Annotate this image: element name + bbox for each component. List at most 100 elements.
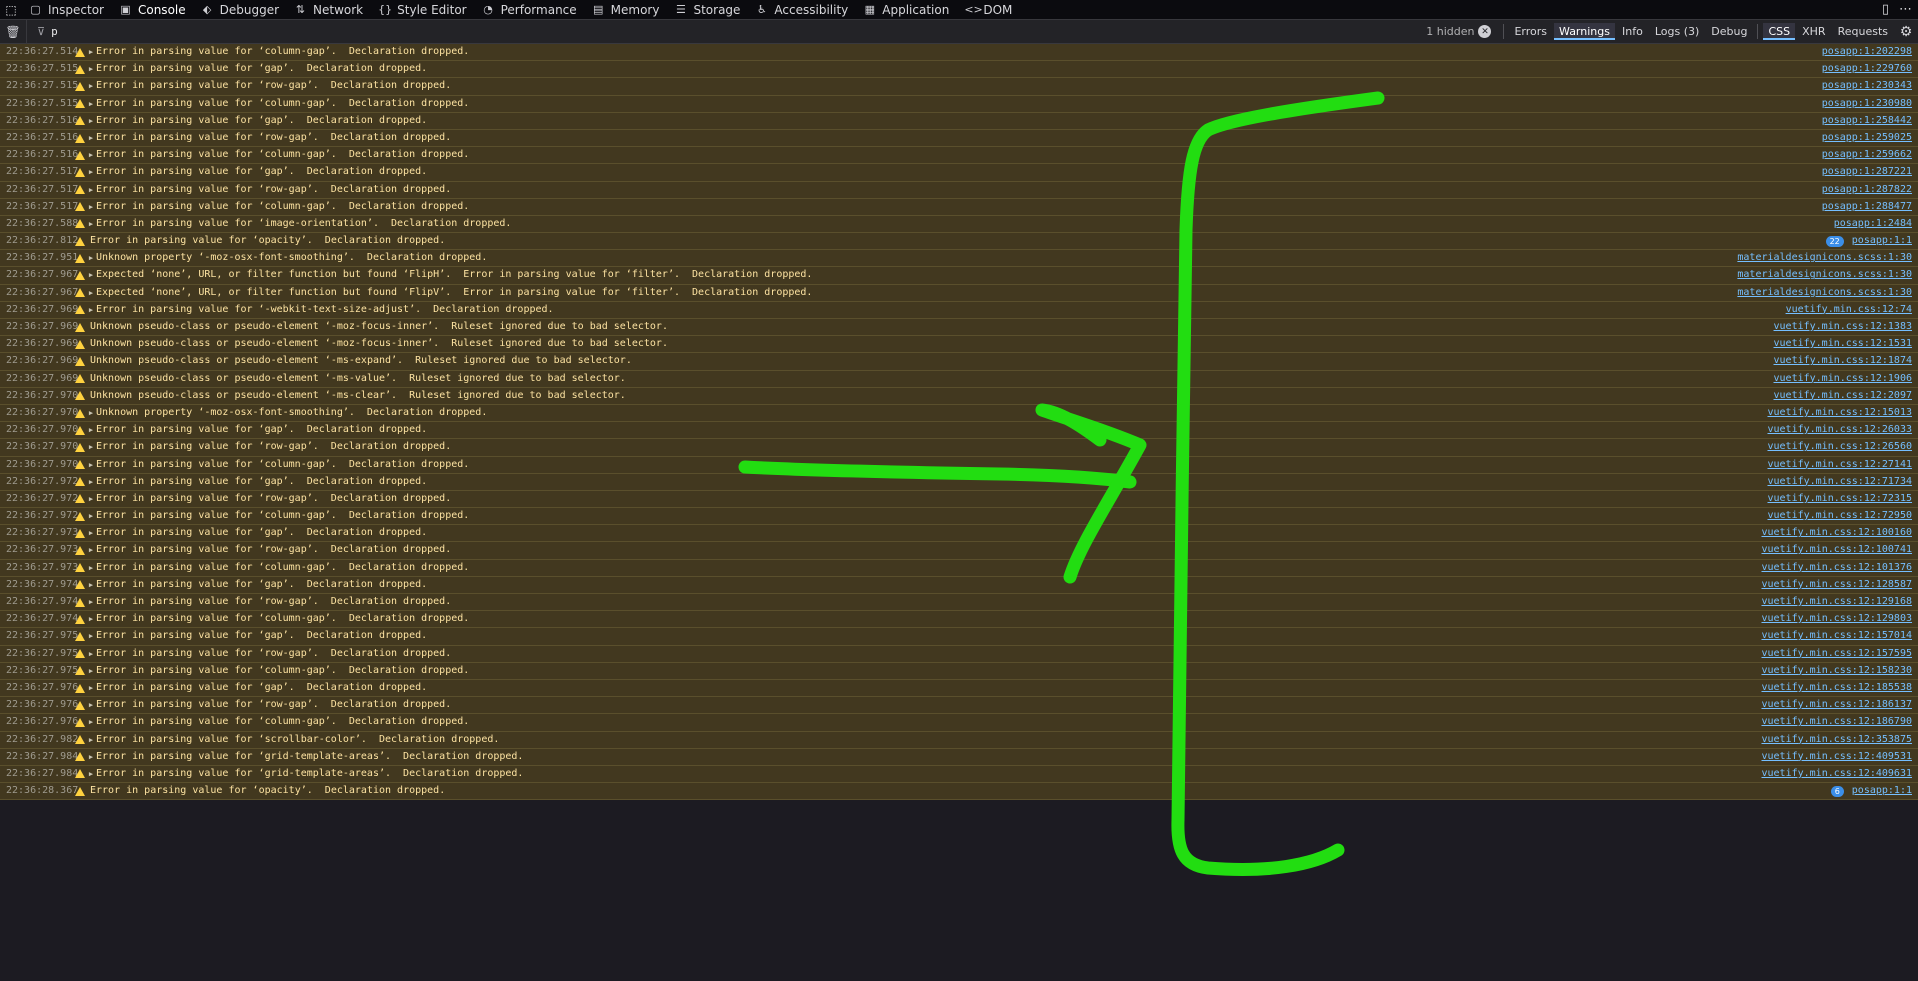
console-message-row[interactable]: 22:36:27.972 ▶ Error in parsing value for … xyxy=(0,473,1918,491)
expand-arrow-icon[interactable]: ▶ xyxy=(86,628,96,644)
message-source-link[interactable]: vuetify.min.css:12:1874 xyxy=(1774,353,1918,369)
console-message-row[interactable]: 22:36:27.976 ▶ Error in parsing value for … xyxy=(0,714,1918,732)
message-source-link[interactable]: vuetify.min.css:12:15013 xyxy=(1768,405,1918,421)
expand-arrow-icon[interactable]: ▶ xyxy=(86,525,96,541)
console-message-row[interactable]: 22:36:27.516 ▶ Error in parsing value for … xyxy=(0,147,1918,165)
message-source-link[interactable]: posapp:1:230343 xyxy=(1822,78,1918,94)
tab-style-editor[interactable]: {} Style Editor xyxy=(371,0,474,19)
console-message-row[interactable]: 22:36:28.367 Error in parsing value for ‘… xyxy=(0,783,1918,801)
filter-warnings-button[interactable]: Warnings xyxy=(1554,23,1615,40)
message-source-link[interactable]: vuetify.min.css:12:26560 xyxy=(1768,439,1918,455)
element-picker-icon[interactable]: ⬚ xyxy=(0,0,22,19)
expand-arrow-icon[interactable]: ▶ xyxy=(86,285,96,301)
console-message-row[interactable]: 22:36:27.967 ▶ Expected ‘none’, URL, or fi… xyxy=(0,284,1918,302)
expand-arrow-icon[interactable]: ▶ xyxy=(86,182,96,198)
tab-debugger[interactable]: ⬖ Debugger xyxy=(194,0,287,19)
console-message-row[interactable]: 22:36:27.974 ▶ Error in parsing value for … xyxy=(0,576,1918,594)
dock-icon[interactable]: ▯ xyxy=(1882,2,1889,17)
console-message-row[interactable]: 22:36:27.970 ▶ Unknown property ‘-moz-osx-… xyxy=(0,404,1918,423)
message-source-link[interactable]: posapp:1:229760 xyxy=(1822,61,1918,77)
console-message-row[interactable]: 22:36:27.970 Unknown pseudo-class or pseu… xyxy=(0,387,1918,405)
console-message-row[interactable]: 22:36:27.969 Unknown pseudo-class or pseu… xyxy=(0,336,1918,354)
console-message-row[interactable]: 22:36:27.515 ▶ Error in parsing value for … xyxy=(0,95,1918,113)
message-source-link[interactable]: vuetify.min.css:12:129803 xyxy=(1761,611,1918,627)
expand-arrow-icon[interactable]: ▶ xyxy=(86,267,96,283)
expand-arrow-icon[interactable]: ▶ xyxy=(86,439,96,455)
tab-network[interactable]: ⇅ Network xyxy=(287,0,371,19)
filter-input[interactable]: ⊽ p xyxy=(27,25,1426,38)
expand-arrow-icon[interactable]: ▶ xyxy=(86,714,96,730)
message-source-link[interactable]: materialdesignicons.scss:1:30 xyxy=(1737,267,1918,283)
console-message-row[interactable]: 22:36:27.812 Error in parsing value for ‘… xyxy=(0,233,1918,251)
console-message-row[interactable]: 22:36:27.515 ▶ Error in parsing value for … xyxy=(0,78,1918,96)
console-message-row[interactable]: 22:36:27.982 ▶ Error in parsing value for … xyxy=(0,731,1918,749)
expand-arrow-icon[interactable]: ▶ xyxy=(86,147,96,163)
tab-dom[interactable]: <> DOM xyxy=(957,0,1020,19)
expand-arrow-icon[interactable]: ▶ xyxy=(86,646,96,662)
message-source-link[interactable]: vuetify.min.css:12:26033 xyxy=(1768,422,1918,438)
message-source-link[interactable]: vuetify.min.css:12:129168 xyxy=(1761,594,1918,610)
message-source-link[interactable]: posapp:1:258442 xyxy=(1822,113,1918,129)
message-source-link[interactable]: vuetify.min.css:12:100160 xyxy=(1761,525,1918,541)
console-message-row[interactable]: 22:36:27.970 ▶ Error in parsing value for … xyxy=(0,439,1918,457)
message-source-link[interactable]: vuetify.min.css:12:72315 xyxy=(1768,491,1918,507)
expand-arrow-icon[interactable]: ▶ xyxy=(86,130,96,146)
console-message-row[interactable]: 22:36:27.975 ▶ Error in parsing value for … xyxy=(0,628,1918,646)
expand-arrow-icon[interactable]: ▶ xyxy=(86,216,96,232)
expand-arrow-icon[interactable]: ▶ xyxy=(86,405,96,421)
message-source-link[interactable]: vuetify.min.css:12:1906 xyxy=(1774,371,1918,387)
message-source-link[interactable]: posapp:1:288477 xyxy=(1822,199,1918,215)
expand-arrow-icon[interactable]: ▶ xyxy=(86,422,96,438)
console-message-row[interactable]: 22:36:27.517 ▶ Error in parsing value for … xyxy=(0,198,1918,216)
expand-arrow-icon[interactable]: ▶ xyxy=(86,732,96,748)
tab-memory[interactable]: ▤ Memory xyxy=(585,0,668,19)
console-message-row[interactable]: 22:36:27.970 ▶ Error in parsing value for … xyxy=(0,456,1918,474)
expand-arrow-icon[interactable]: ▶ xyxy=(86,44,96,60)
message-source-link[interactable]: vuetify.min.css:12:74 xyxy=(1786,302,1918,318)
filter-info-button[interactable]: Info xyxy=(1617,23,1648,40)
filter-requests-button[interactable]: Requests xyxy=(1833,23,1893,40)
expand-arrow-icon[interactable]: ▶ xyxy=(86,457,96,473)
message-source-link[interactable]: vuetify.min.css:12:27141 xyxy=(1768,457,1918,473)
tab-storage[interactable]: ☰ Storage xyxy=(667,0,748,19)
expand-arrow-icon[interactable]: ▶ xyxy=(86,78,96,94)
console-message-row[interactable]: 22:36:27.516 ▶ Error in parsing value for … xyxy=(0,112,1918,130)
message-source-link[interactable]: vuetify.min.css:12:1383 xyxy=(1774,319,1918,335)
console-message-row[interactable]: 22:36:27.969 Unknown pseudo-class or pseu… xyxy=(0,319,1918,337)
console-message-row[interactable]: 22:36:27.973 ▶ Error in parsing value for … xyxy=(0,525,1918,543)
expand-arrow-icon[interactable]: ▶ xyxy=(86,749,96,765)
expand-arrow-icon[interactable]: ▶ xyxy=(86,491,96,507)
expand-arrow-icon[interactable]: ▶ xyxy=(86,250,96,266)
message-source-link[interactable]: posapp:1:1 xyxy=(1852,783,1918,799)
message-source-link[interactable]: posapp:1:1 xyxy=(1852,233,1918,249)
clear-console-icon[interactable]: 🗑 xyxy=(0,20,27,43)
message-source-link[interactable]: vuetify.min.css:12:409631 xyxy=(1761,766,1918,782)
more-menu-icon[interactable]: ⋯ xyxy=(1899,2,1912,17)
expand-arrow-icon[interactable]: ▶ xyxy=(86,766,96,782)
expand-arrow-icon[interactable]: ▶ xyxy=(86,61,96,77)
console-message-row[interactable]: 22:36:27.974 ▶ Error in parsing value for … xyxy=(0,594,1918,612)
tab-application[interactable]: ▦ Application xyxy=(856,0,957,19)
console-message-row[interactable]: 22:36:27.588 ▶ Error in parsing value for … xyxy=(0,215,1918,234)
tab-performance[interactable]: ◔ Performance xyxy=(475,0,585,19)
filter-css-button[interactable]: CSS xyxy=(1763,23,1796,40)
console-message-row[interactable]: 22:36:27.972 ▶ Error in parsing value for … xyxy=(0,490,1918,509)
message-source-link[interactable]: materialdesignicons.scss:1:30 xyxy=(1737,285,1918,301)
console-message-row[interactable]: 22:36:27.975 ▶ Error in parsing value for … xyxy=(0,645,1918,663)
expand-arrow-icon[interactable]: ▶ xyxy=(86,663,96,679)
console-message-row[interactable]: 22:36:27.516 ▶ Error in parsing value for … xyxy=(0,129,1918,148)
console-message-row[interactable]: 22:36:27.984 ▶ Error in parsing value for … xyxy=(0,748,1918,766)
message-source-link[interactable]: vuetify.min.css:12:72950 xyxy=(1768,508,1918,524)
message-source-link[interactable]: vuetify.min.css:12:409531 xyxy=(1761,749,1918,765)
reset-filters-icon[interactable]: ✕ xyxy=(1478,25,1492,38)
tab-console[interactable]: ▣ Console xyxy=(112,0,194,19)
expand-arrow-icon[interactable]: ▶ xyxy=(86,508,96,524)
message-source-link[interactable]: posapp:1:259025 xyxy=(1822,130,1918,146)
message-source-link[interactable]: vuetify.min.css:12:186137 xyxy=(1761,697,1918,713)
console-message-row[interactable]: 22:36:27.974 ▶ Error in parsing value for … xyxy=(0,611,1918,629)
console-message-row[interactable]: 22:36:27.969 Unknown pseudo-class or pseu… xyxy=(0,353,1918,371)
console-message-row[interactable]: 22:36:27.514 ▶ Error in parsing value for … xyxy=(0,44,1918,62)
expand-arrow-icon[interactable]: ▶ xyxy=(86,199,96,215)
console-message-row[interactable]: 22:36:27.984 ▶ Error in parsing value for … xyxy=(0,765,1918,784)
console-message-row[interactable]: 22:36:27.969 ▶ Error in parsing value for … xyxy=(0,301,1918,319)
